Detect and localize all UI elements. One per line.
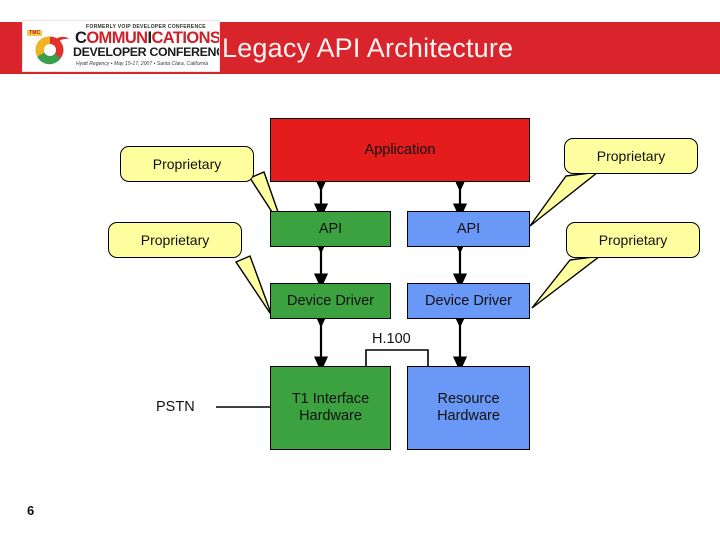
node-resource-hardware-label-line2: Hardware — [437, 408, 500, 424]
node-device-driver-green[interactable]: Device Driver — [270, 283, 391, 319]
node-api-blue[interactable]: API — [407, 211, 530, 247]
diagram-connectors — [216, 170, 603, 408]
slide-canvas: Legacy API Architecture TMC FORMERLY VOI… — [0, 0, 720, 540]
node-t1-interface-hardware[interactable]: T1 Interface Hardware — [270, 366, 391, 450]
node-application[interactable]: Application — [270, 118, 530, 182]
label-h100-bus: H.100 — [372, 331, 411, 347]
node-t1-hardware-label-line1: T1 Interface — [291, 391, 370, 407]
label-pstn: PSTN — [156, 399, 195, 415]
callout-top-left-label: Proprietary — [152, 156, 222, 172]
node-resource-hardware[interactable]: Resource Hardware — [407, 366, 530, 450]
callout-tail-bottom-right — [531, 254, 603, 309]
node-t1-hardware-label-line2: Hardware — [299, 408, 362, 424]
callout-top-right[interactable]: Proprietary — [564, 138, 698, 174]
callout-bottom-right[interactable]: Proprietary — [566, 222, 700, 258]
node-device-driver-green-label: Device Driver — [286, 292, 374, 309]
callout-tail-bottom-left — [234, 255, 273, 317]
callout-top-left[interactable]: Proprietary — [120, 146, 254, 182]
h100-bus-bracket — [365, 349, 429, 366]
node-api-green[interactable]: API — [270, 211, 391, 247]
node-api-green-label: API — [318, 220, 343, 237]
node-application-label: Application — [364, 141, 436, 158]
architecture-diagram: Application API API Device Driver Device… — [0, 0, 720, 540]
callout-top-right-label: Proprietary — [596, 148, 666, 164]
page-number: 6 — [27, 503, 35, 518]
node-api-blue-label: API — [456, 220, 481, 237]
callout-bottom-left[interactable]: Proprietary — [108, 222, 242, 258]
node-resource-hardware-label-line1: Resource — [437, 391, 500, 407]
node-device-driver-blue[interactable]: Device Driver — [407, 283, 530, 319]
callout-tail-top-right — [529, 170, 601, 227]
callout-bottom-left-label: Proprietary — [140, 232, 210, 248]
callout-bottom-right-label: Proprietary — [598, 232, 668, 248]
node-device-driver-blue-label: Device Driver — [424, 292, 512, 309]
